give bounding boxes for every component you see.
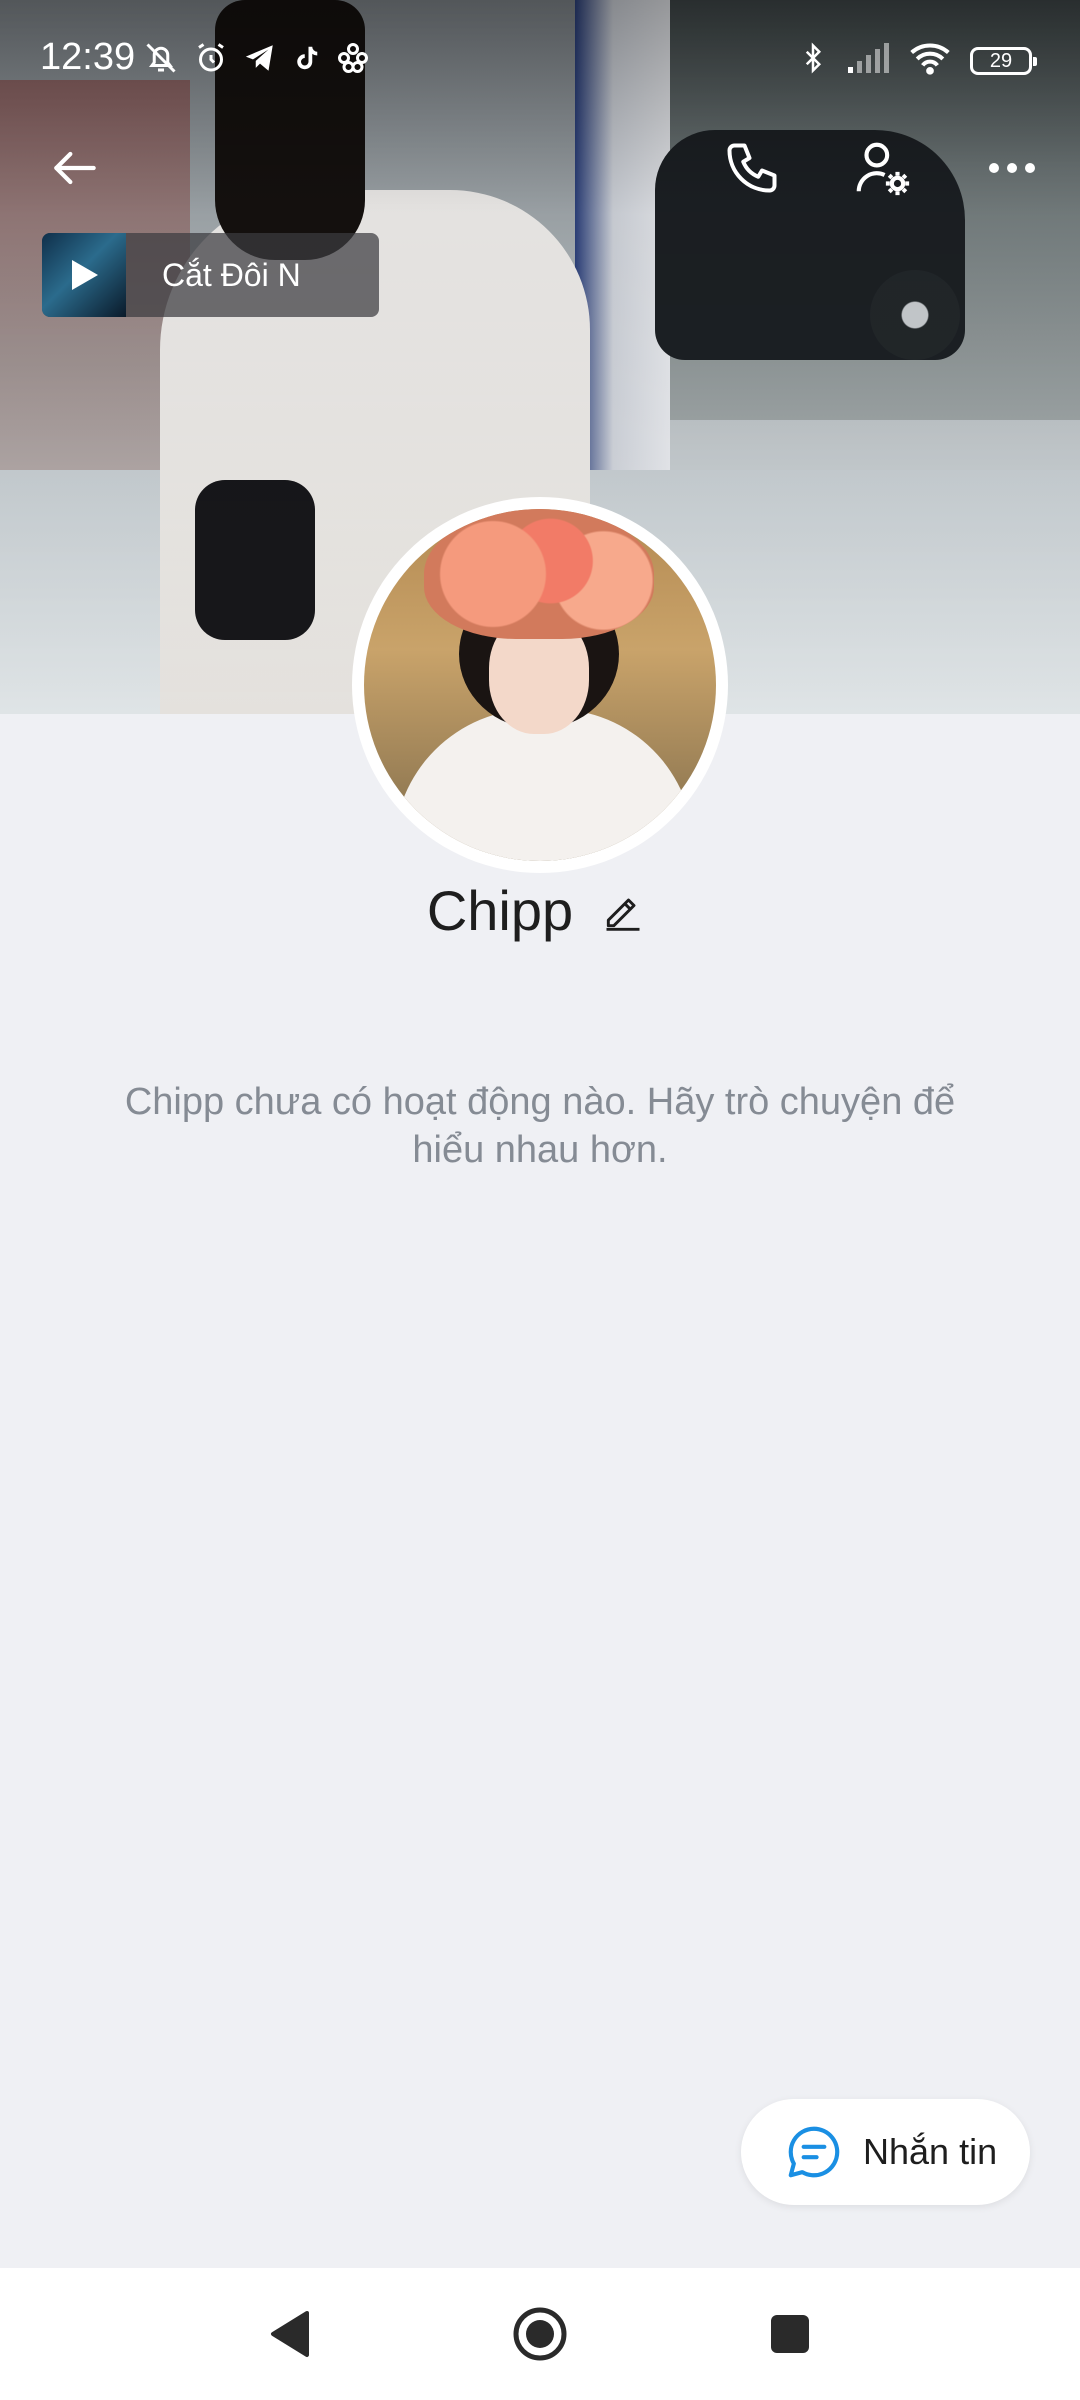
message-button-label: Nhắn tin (863, 2131, 998, 2172)
more-button[interactable] (972, 128, 1052, 208)
avatar-flower-crown (424, 509, 654, 639)
bluetooth-icon (798, 40, 828, 81)
avatar-image (364, 509, 716, 861)
nav-back-button[interactable] (250, 2294, 330, 2374)
profile-music-chip[interactable]: Cắt Đôi N (42, 233, 379, 317)
phone-icon (727, 143, 777, 193)
avatar[interactable] (352, 497, 728, 873)
back-button[interactable] (35, 128, 115, 208)
tiktok-icon (291, 43, 321, 78)
nav-home-icon (513, 2307, 567, 2361)
battery-level: 29 (989, 49, 1013, 72)
chat-bubble-icon (788, 2126, 840, 2178)
pencil-icon (606, 898, 640, 931)
more-icon (989, 163, 1035, 173)
navigation-bar (0, 2268, 1080, 2400)
nav-recents-button[interactable] (750, 2294, 830, 2374)
nav-home-button[interactable] (500, 2294, 580, 2374)
nav-recents-icon (771, 2315, 809, 2353)
user-settings-icon (856, 142, 910, 196)
back-arrow-icon (54, 151, 96, 185)
message-button[interactable]: Nhắn tin (741, 2099, 1030, 2205)
wifi-icon (908, 41, 952, 80)
status-left-icons (143, 40, 371, 81)
telegram-icon (243, 41, 277, 80)
battery-indicator: 29 (970, 46, 1037, 75)
music-title: Cắt Đôi N (162, 256, 301, 293)
status-right-icons: 29 (798, 40, 1037, 81)
app-icon (335, 40, 371, 81)
call-button[interactable] (712, 128, 792, 208)
profile-name: Chipp (426, 879, 574, 942)
signal-icon (846, 41, 890, 80)
empty-activity-message: Chipp chưa có hoạt động nào. Hãy trò chu… (124, 1081, 956, 1171)
nav-back-icon (271, 2311, 309, 2357)
status-bar: 12:39 29 (0, 0, 1080, 100)
alarm-icon (193, 40, 229, 81)
notifications-off-icon (143, 40, 179, 81)
profile-name-row: Chipp (0, 875, 1080, 947)
edit-name-button[interactable] (593, 881, 653, 941)
music-thumbnail (42, 233, 126, 317)
status-time: 12:39 (40, 36, 136, 78)
play-icon (72, 260, 98, 290)
profile-settings-button[interactable] (842, 128, 922, 208)
